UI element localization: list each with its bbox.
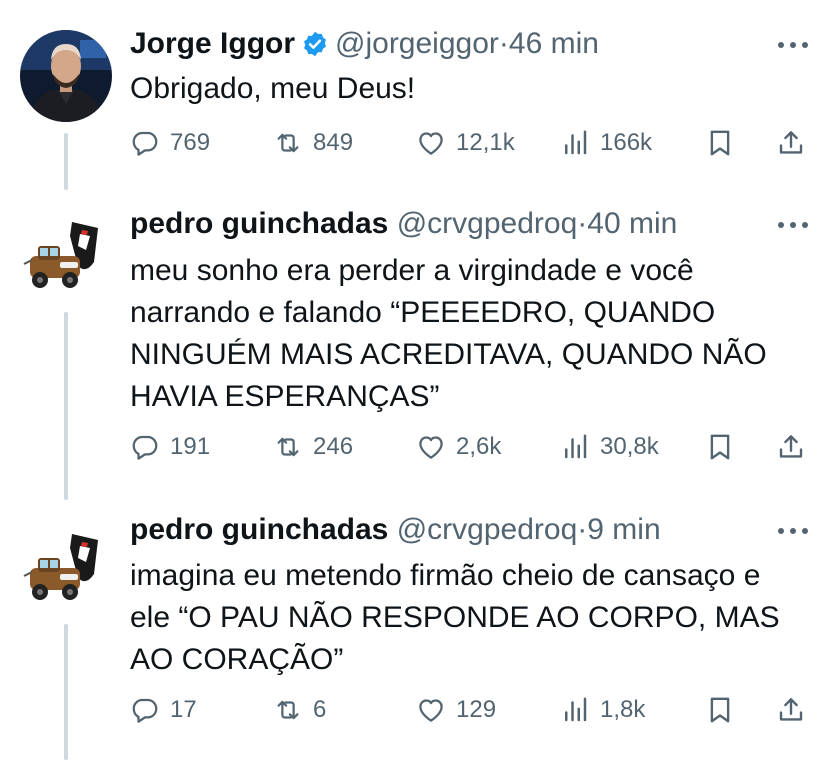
handle[interactable]: @jorgeiggor <box>335 27 499 60</box>
display-name[interactable]: pedro guinchadas <box>130 513 388 546</box>
retweet-count: 246 <box>313 433 354 460</box>
display-name[interactable]: pedro guinchadas <box>130 207 388 240</box>
view-count: 1,8k <box>600 696 646 723</box>
separator-dot: · <box>577 207 588 240</box>
view-count: 30,8k <box>600 433 659 460</box>
thread-connector-line <box>64 624 68 760</box>
views-button[interactable]: 30,8k <box>560 429 659 465</box>
like-count: 2,6k <box>456 433 502 460</box>
bookmark-icon <box>705 128 735 158</box>
reply-icon <box>130 432 160 462</box>
avatar-pedro-guinchadas[interactable] <box>20 210 112 302</box>
reply-icon <box>130 695 160 725</box>
views-icon <box>560 128 590 158</box>
share-button[interactable] <box>776 125 806 161</box>
verified-badge-icon[interactable] <box>301 30 329 58</box>
retweet-button[interactable]: 849 <box>273 125 353 161</box>
tweet-header: Jorge Iggor @jorgeiggor·46 min <box>130 26 777 62</box>
handle[interactable]: @crvgpedroq <box>397 513 578 546</box>
like-count: 129 <box>456 696 497 723</box>
heart-icon <box>416 432 446 462</box>
reply-icon <box>130 128 160 158</box>
avatar-jorge-iggor[interactable] <box>20 30 112 122</box>
share-button[interactable] <box>776 692 806 728</box>
tweet-thread: Jorge Iggor @jorgeiggor·46 min Obrigado, … <box>0 0 827 760</box>
share-icon <box>776 432 806 462</box>
reply-button[interactable]: 17 <box>130 692 197 728</box>
tweet-text: Obrigado, meu Deus! <box>130 72 416 105</box>
reply-count: 17 <box>170 696 197 723</box>
reply-count: 769 <box>170 129 211 156</box>
share-icon <box>776 695 806 725</box>
retweet-button[interactable]: 246 <box>273 429 353 465</box>
separator-dot: · <box>577 513 588 546</box>
views-button[interactable]: 166k <box>560 125 652 161</box>
timestamp[interactable]: 46 min <box>509 27 599 60</box>
more-icon[interactable] <box>777 526 809 536</box>
tweet-2[interactable]: pedro guinchadas @crvgpedroq·40 min meu … <box>0 190 827 500</box>
views-icon <box>560 432 590 462</box>
retweet-icon <box>273 128 303 158</box>
timestamp[interactable]: 40 min <box>587 207 677 240</box>
share-icon <box>776 128 806 158</box>
reply-button[interactable]: 191 <box>130 429 210 465</box>
thread-connector-line <box>64 133 68 190</box>
tweet-header: pedro guinchadas @crvgpedroq·9 min <box>130 512 777 548</box>
tweet-3[interactable]: pedro guinchadas @crvgpedroq·9 min imagi… <box>0 500 827 760</box>
bookmark-icon <box>705 432 735 462</box>
retweet-count: 849 <box>313 129 354 156</box>
tweet-1[interactable]: Jorge Iggor @jorgeiggor·46 min Obrigado, … <box>0 0 827 190</box>
like-button[interactable]: 129 <box>416 692 496 728</box>
view-count: 166k <box>600 129 653 156</box>
retweet-count: 6 <box>313 696 327 723</box>
display-name[interactable]: Jorge Iggor <box>130 27 295 60</box>
tweet-text: imagina eu metendo firmão cheio de cansa… <box>130 559 780 676</box>
views-button[interactable]: 1,8k <box>560 692 645 728</box>
reply-count: 191 <box>170 433 211 460</box>
reply-button[interactable]: 769 <box>130 125 210 161</box>
more-icon[interactable] <box>777 40 809 50</box>
thread-connector-line <box>64 312 68 500</box>
tweet-actions: 191 246 2,6k 30,8k <box>130 429 807 465</box>
bookmark-button[interactable] <box>705 692 735 728</box>
like-count: 12,1k <box>456 129 515 156</box>
bookmark-icon <box>705 695 735 725</box>
like-button[interactable]: 12,1k <box>416 125 515 161</box>
heart-icon <box>416 128 446 158</box>
bookmark-button[interactable] <box>705 429 735 465</box>
retweet-icon <box>273 432 303 462</box>
retweet-icon <box>273 695 303 725</box>
tweet-actions: 769 849 12,1k 166k <box>130 125 807 161</box>
retweet-button[interactable]: 6 <box>273 692 326 728</box>
like-button[interactable]: 2,6k <box>416 429 501 465</box>
handle[interactable]: @crvgpedroq <box>397 207 578 240</box>
views-icon <box>560 695 590 725</box>
share-button[interactable] <box>776 429 806 465</box>
avatar-pedro-guinchadas[interactable] <box>20 522 112 614</box>
timestamp[interactable]: 9 min <box>587 513 660 546</box>
heart-icon <box>416 695 446 725</box>
tweet-header: pedro guinchadas @crvgpedroq·40 min <box>130 206 777 242</box>
separator-dot: · <box>498 27 509 60</box>
more-icon[interactable] <box>777 220 809 230</box>
bookmark-button[interactable] <box>705 125 735 161</box>
tweet-text: meu sonho era perder a virgindade e você… <box>130 254 767 413</box>
tweet-actions: 17 6 129 1,8k <box>130 692 807 728</box>
